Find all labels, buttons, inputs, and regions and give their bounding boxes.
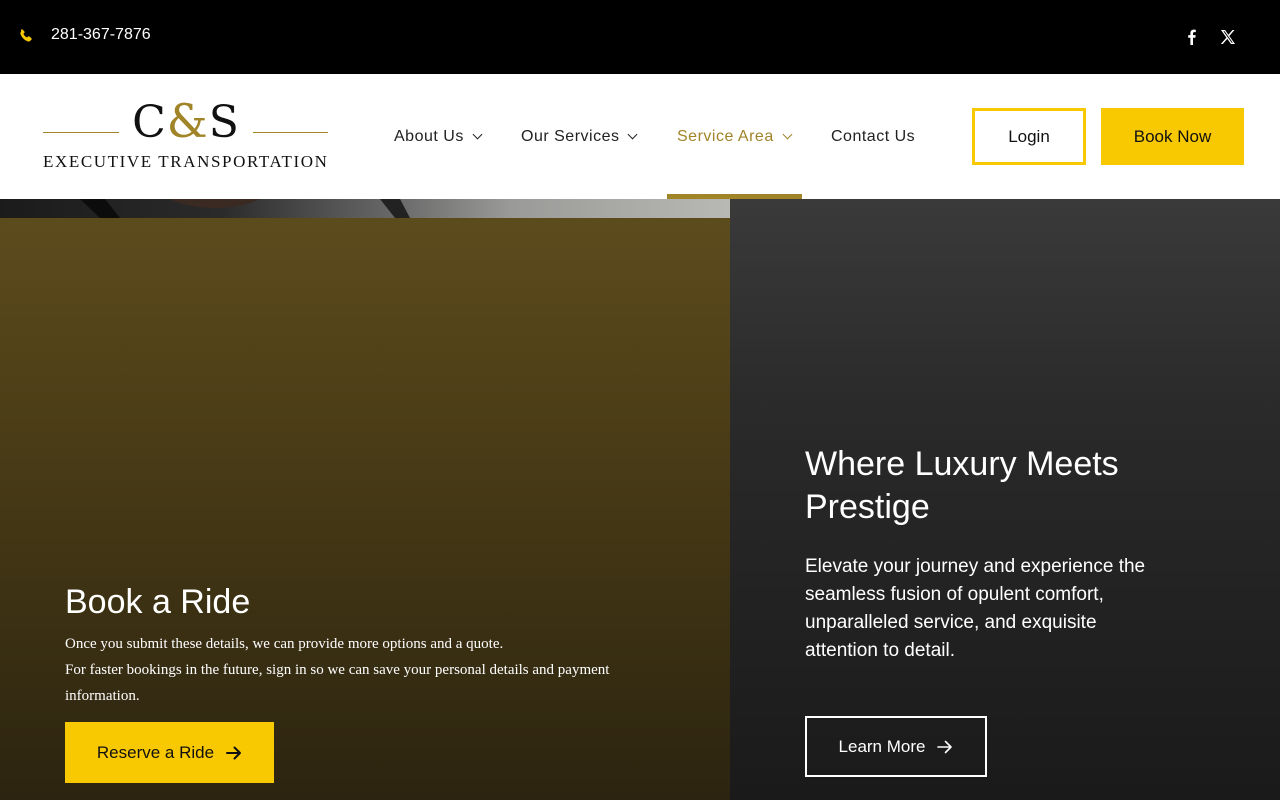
nav-contact-us[interactable]: Contact Us xyxy=(831,128,915,146)
logo-subtitle: EXECUTIVE TRANSPORTATION xyxy=(43,152,329,171)
nav-about-us[interactable]: About Us xyxy=(394,128,483,146)
arrow-right-icon xyxy=(226,746,242,759)
chevron-down-icon xyxy=(628,129,638,140)
luxury-title: Where Luxury Meets Prestige xyxy=(805,445,1119,526)
facebook-icon[interactable] xyxy=(1183,28,1201,46)
learn-more-button[interactable]: Learn More xyxy=(805,716,987,777)
book-now-button[interactable]: Book Now xyxy=(1101,108,1244,165)
login-button[interactable]: Login xyxy=(972,108,1086,165)
phone-number[interactable]: 281-367-7876 xyxy=(51,26,151,44)
nav-service-area[interactable]: Service Area xyxy=(677,128,793,146)
book-ride-description: Once you submit these details, we can pr… xyxy=(65,631,685,709)
chevron-down-icon xyxy=(782,129,793,140)
x-twitter-icon[interactable] xyxy=(1219,28,1237,46)
hero-photo-strip xyxy=(0,199,730,218)
logo-monogram: C&S xyxy=(132,94,240,148)
luxury-panel: Where Luxury Meets Prestige Elevate your… xyxy=(730,199,1280,800)
learn-more-label: Learn More xyxy=(838,736,926,756)
logo-rule-right xyxy=(253,132,328,133)
site-header: C&S EXECUTIVE TRANSPORTATION About Us Ou… xyxy=(0,74,1280,199)
logo[interactable]: C&S EXECUTIVE TRANSPORTATION xyxy=(43,94,329,171)
reserve-ride-label: Reserve a Ride xyxy=(96,742,215,762)
logo-rule-left xyxy=(43,132,119,133)
book-ride-line-1: Once you submit these details, we can pr… xyxy=(65,636,504,652)
top-bar: 281-367-7876 xyxy=(0,0,1280,74)
reserve-ride-button[interactable]: Reserve a Ride xyxy=(65,722,274,783)
book-ride-title: Book a Ride xyxy=(65,583,251,621)
chevron-down-icon xyxy=(472,129,483,140)
book-ride-line-2: For faster bookings in the future, sign … xyxy=(65,662,610,704)
arrow-right-icon xyxy=(937,740,953,753)
nav-our-services[interactable]: Our Services xyxy=(521,128,638,146)
luxury-description: Elevate your journey and experience the … xyxy=(805,556,1146,661)
book-ride-panel: Book a Ride Once you submit these detail… xyxy=(0,199,730,800)
phone-icon xyxy=(20,29,32,42)
hero-photo-fragment xyxy=(80,199,410,218)
